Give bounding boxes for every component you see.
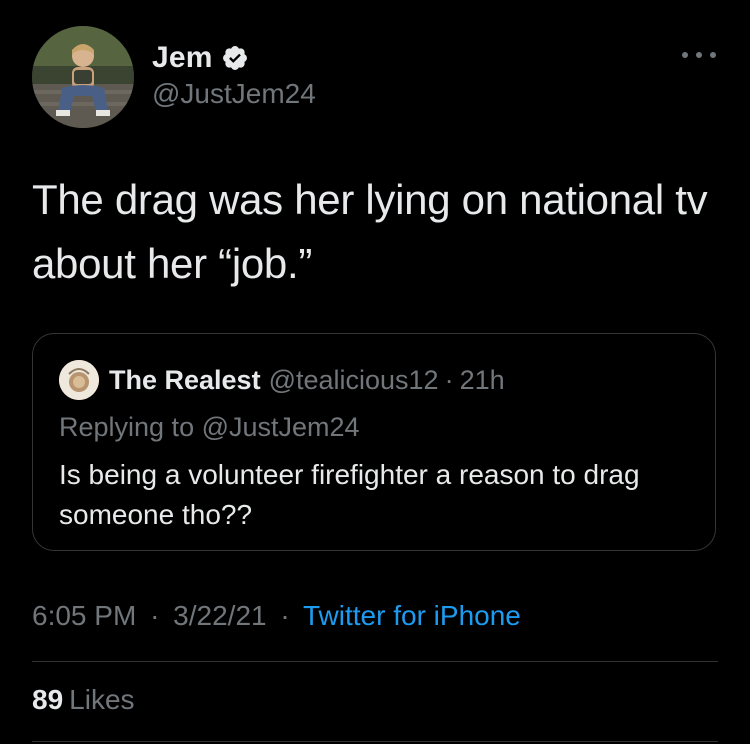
more-dot xyxy=(682,52,688,58)
author-handle[interactable]: @JustJem24 xyxy=(152,78,316,110)
tweet-source-link[interactable]: Twitter for iPhone xyxy=(303,600,521,631)
author-display-name[interactable]: Jem xyxy=(152,41,213,75)
likes-label: Likes xyxy=(69,684,135,715)
tweet-meta: 6:05 PM · 3/22/21 · Twitter for iPhone xyxy=(32,600,521,632)
more-options-icon[interactable] xyxy=(682,48,716,62)
quoted-separator: · xyxy=(444,364,454,395)
tweet-date: 3/22/21 xyxy=(173,600,267,631)
quoted-author-avatar[interactable] xyxy=(59,360,99,400)
more-dot xyxy=(696,52,702,58)
verified-badge-icon xyxy=(221,44,249,72)
meta-separator: · xyxy=(280,600,290,631)
author-avatar[interactable] xyxy=(32,26,134,128)
author-name-row[interactable]: Jem xyxy=(152,38,249,78)
tweet-text: The drag was her lying on national tv ab… xyxy=(32,176,708,287)
divider xyxy=(32,741,718,742)
divider xyxy=(32,661,718,662)
more-dot xyxy=(710,52,716,58)
quoted-tweet-card[interactable]: The Realest @tealicious12 · 21h Replying… xyxy=(32,333,716,551)
likes-row[interactable]: 89 Likes xyxy=(32,684,135,716)
quoted-tweet-text: Is being a volunteer firefighter a reaso… xyxy=(59,459,640,530)
meta-separator: · xyxy=(150,600,160,631)
quoted-replying-to: Replying to @JustJem24 xyxy=(59,412,360,442)
quoted-author-handle: @tealicious12 xyxy=(268,364,439,395)
quoted-tweet-header: The Realest @tealicious12 · 21h xyxy=(59,360,505,400)
quoted-timestamp: 21h xyxy=(459,364,505,395)
avatar-photo xyxy=(32,26,134,128)
likes-count: 89 xyxy=(32,684,64,715)
tweet-time: 6:05 PM xyxy=(32,600,137,631)
quoted-author-name: The Realest xyxy=(109,364,261,395)
